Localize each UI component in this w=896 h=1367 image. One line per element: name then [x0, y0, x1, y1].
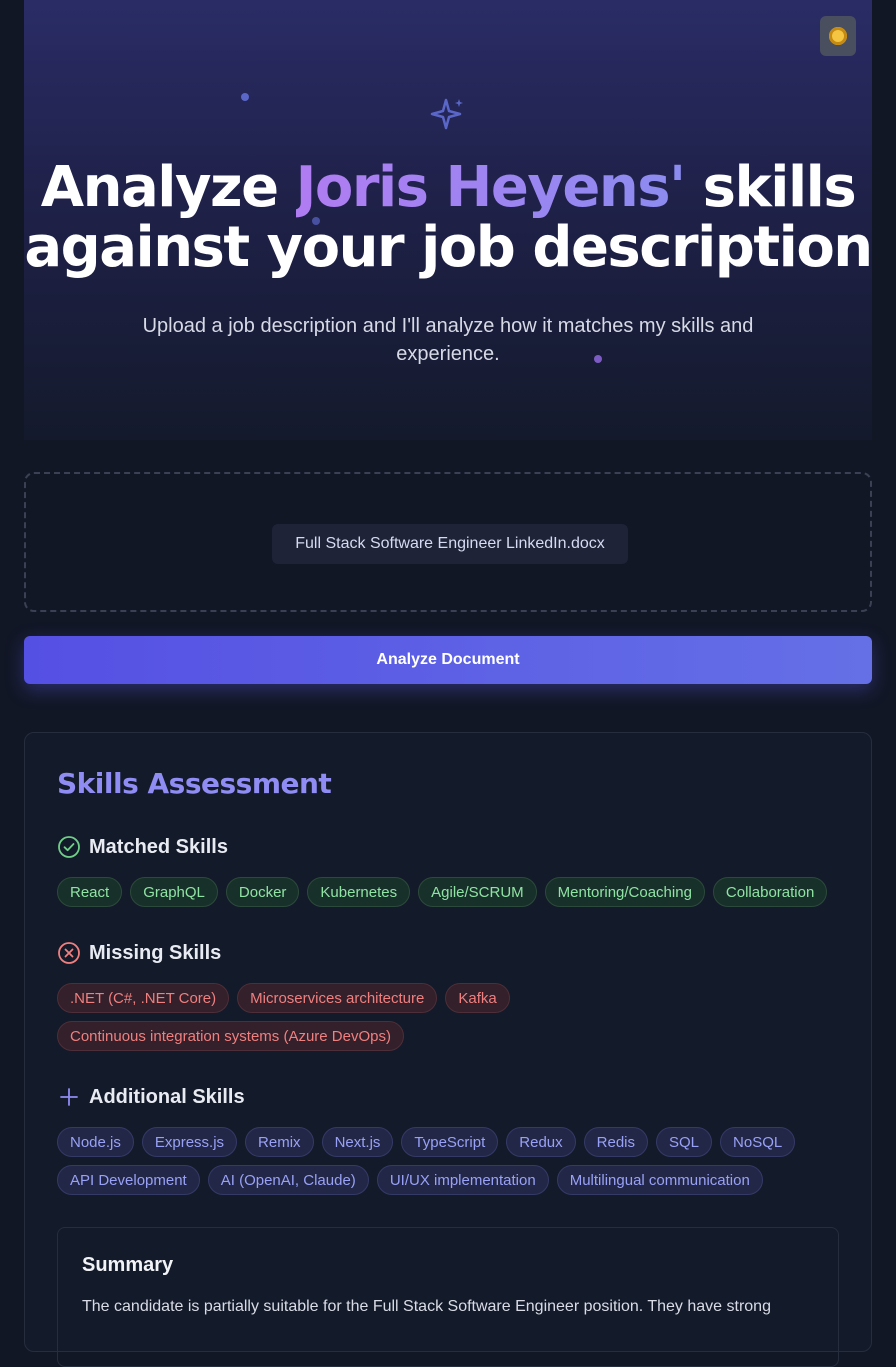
skill-tag: Remix: [245, 1127, 314, 1157]
matched-skills-list: React GraphQL Docker Kubernetes Agile/SC…: [57, 877, 847, 907]
sparkle-icon: [430, 98, 463, 130]
skill-tag: Continuous integration systems (Azure De…: [57, 1021, 404, 1051]
skill-tag: Multilingual communication: [556, 1165, 763, 1195]
skill-tag: AI (OpenAI, Claude): [207, 1165, 369, 1195]
missing-skills-heading: Missing Skills: [57, 941, 221, 965]
check-circle-icon: [58, 836, 80, 858]
skill-tag: Next.js: [321, 1127, 394, 1157]
additional-skills-label: Additional Skills: [89, 1085, 245, 1108]
skill-tag: Express.js: [141, 1127, 238, 1157]
title-highlight-name: Joris Heyens': [295, 155, 687, 220]
skill-tag: NoSQL: [720, 1127, 796, 1157]
skill-tag: TypeScript: [401, 1127, 499, 1157]
uploaded-file-chip[interactable]: Full Stack Software Engineer LinkedIn.do…: [272, 524, 628, 564]
skill-tag: Docker: [225, 877, 300, 907]
decor-dot: [241, 93, 249, 101]
missing-skills-label: Missing Skills: [89, 941, 222, 964]
matched-skills-label: Matched Skills: [89, 835, 228, 858]
plus-icon: [60, 1088, 78, 1106]
page-title: Analyze Joris Heyens' skills against you…: [24, 155, 873, 278]
missing-skills-list: .NET (C#, .NET Core) Microservices archi…: [57, 983, 847, 1051]
skill-tag: GraphQL: [130, 877, 218, 907]
skill-tag: React: [57, 877, 123, 907]
skill-tag: Kafka: [445, 983, 510, 1013]
skill-tag: Microservices architecture: [237, 983, 438, 1013]
hero-subtitle: Upload a job description and I'll analyz…: [142, 315, 754, 365]
summary-panel: Summary The candidate is partially suita…: [57, 1227, 839, 1367]
skill-tag: Collaboration: [712, 877, 828, 907]
assessment-title: Skills Assessment: [57, 767, 332, 800]
skill-tag: Agile/SCRUM: [418, 877, 537, 907]
skills-assessment-card: Skills Assessment Matched Skills React G…: [24, 732, 872, 1367]
title-prefix: Analyze: [40, 155, 296, 220]
skill-tag: Redux: [506, 1127, 576, 1157]
analyze-document-button[interactable]: Analyze Document: [24, 636, 872, 684]
skill-tag: Redis: [583, 1127, 648, 1157]
skill-tag: UI/UX implementation: [376, 1165, 549, 1195]
sun-icon: [829, 27, 847, 45]
additional-skills-heading: Additional Skills: [57, 1085, 245, 1109]
skill-tag: SQL: [656, 1127, 713, 1157]
skill-tag: API Development: [57, 1165, 200, 1195]
matched-skills-heading: Matched Skills: [57, 835, 228, 859]
skill-tag: .NET (C#, .NET Core): [57, 983, 230, 1013]
additional-skills-list: Node.js Express.js Remix Next.js TypeScr…: [57, 1127, 847, 1195]
x-circle-icon: [58, 942, 80, 964]
skill-tag: Node.js: [57, 1127, 134, 1157]
skill-tag: Kubernetes: [307, 877, 411, 907]
skill-tag: Mentoring/Coaching: [544, 877, 705, 907]
hero-section: Analyze Joris Heyens' skills against you…: [24, 0, 873, 440]
theme-toggle-button[interactable]: [820, 16, 856, 56]
summary-title: Summary: [82, 1254, 174, 1276]
summary-text: The candidate is partially suitable for …: [82, 1298, 771, 1315]
file-dropzone[interactable]: Full Stack Software Engineer LinkedIn.do…: [24, 472, 872, 612]
